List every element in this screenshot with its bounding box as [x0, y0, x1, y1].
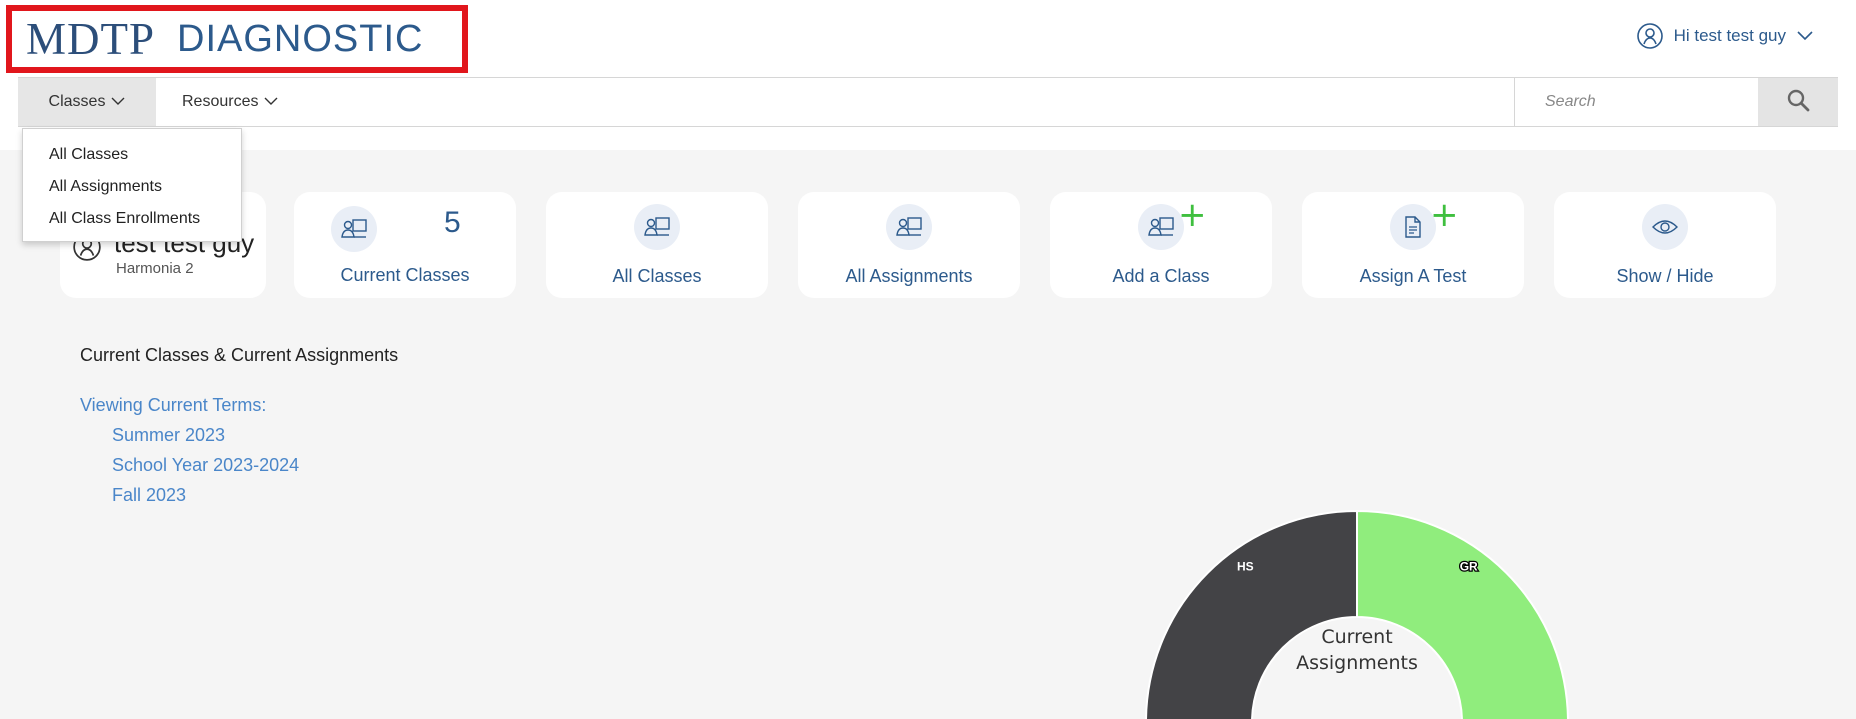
search-input[interactable]: [1514, 78, 1758, 126]
section-title: Current Classes & Current Assignments: [80, 345, 399, 365]
card-assign-test[interactable]: + Assign A Test: [1302, 192, 1524, 298]
plus-icon: +: [1178, 194, 1207, 235]
chart-slice-hs[interactable]: [1145, 509, 1358, 719]
term-item: Fall 2023: [112, 485, 187, 505]
classroom-icon: [886, 203, 932, 250]
card-add-class[interactable]: + Add a Class: [1050, 192, 1272, 298]
header: MDTP DIAGNOSTIC Hi test test guy: [0, 0, 1856, 77]
card-show-hide[interactable]: Show / Hide: [1554, 192, 1776, 298]
document-icon: +: [1390, 198, 1459, 250]
search-icon: [1786, 88, 1810, 117]
profile-school: Harmonia 2: [116, 260, 194, 277]
logo-mdtp-text: MDTP: [26, 14, 156, 64]
chevron-down-icon: [264, 93, 278, 111]
card-show-hide-label: Show / Hide: [1616, 265, 1714, 286]
card-add-class-label: Add a Class: [1112, 265, 1210, 286]
main-nav: Classes Resources: [18, 77, 1838, 127]
user-circle-icon: [1636, 22, 1664, 50]
card-current-classes[interactable]: Current Classes: [294, 192, 516, 298]
nav-resources-menu[interactable]: Resources: [182, 78, 278, 126]
chart-slice-gr[interactable]: [1356, 509, 1569, 719]
search-bar: [1514, 78, 1838, 126]
site-logo[interactable]: MDTP DIAGNOSTIC: [6, 5, 468, 73]
user-menu[interactable]: Hi test test guy: [1636, 22, 1814, 50]
assignments-half-donut-chart: HS GR Current Assignments: [1145, 509, 1569, 719]
card-all-assignments[interactable]: All Assignments: [798, 192, 1020, 298]
nav-classes-menu[interactable]: Classes: [18, 78, 156, 126]
classroom-icon: [634, 203, 680, 250]
terms-label: Viewing Current Terms:: [80, 395, 267, 415]
dropdown-item-all-classes[interactable]: All Classes: [23, 139, 241, 171]
dropdown-item-all-assignments[interactable]: All Assignments: [23, 171, 241, 203]
card-all-classes-label: All Classes: [612, 265, 702, 286]
term-item: School Year 2023-2024: [112, 455, 300, 475]
logo-diagnostic-text: DIAGNOSTIC: [177, 17, 424, 60]
chevron-down-icon: [111, 93, 125, 111]
card-all-classes[interactable]: All Classes: [546, 192, 768, 298]
user-greeting[interactable]: Hi test test guy: [1674, 26, 1786, 46]
chart-slice-label: HS: [1237, 559, 1254, 573]
plus-icon: +: [1430, 194, 1459, 235]
nav-resources-label: Resources: [182, 93, 259, 110]
dropdown-item-all-class-enrollments[interactable]: All Class Enrollments: [23, 203, 241, 235]
card-current-classes-label: Current Classes: [340, 264, 470, 285]
current-classes-count: 5: [444, 206, 461, 239]
chart-center-label: Current: [1321, 626, 1392, 648]
term-item: Summer 2023: [112, 425, 226, 445]
card-assign-test-label: Assign A Test: [1359, 265, 1467, 286]
search-button[interactable]: [1758, 78, 1838, 126]
chart-center-label: Assignments: [1296, 652, 1418, 674]
eye-icon: [1642, 203, 1688, 250]
chevron-down-icon[interactable]: [1796, 30, 1814, 42]
classes-dropdown: All Classes All Assignments All Class En…: [22, 128, 242, 242]
nav-classes-label: Classes: [48, 93, 106, 110]
chart-slice-label: GR: [1460, 559, 1478, 573]
card-all-assignments-label: All Assignments: [845, 265, 973, 286]
add-classroom-icon: +: [1138, 198, 1207, 250]
classroom-icon: [331, 206, 377, 252]
